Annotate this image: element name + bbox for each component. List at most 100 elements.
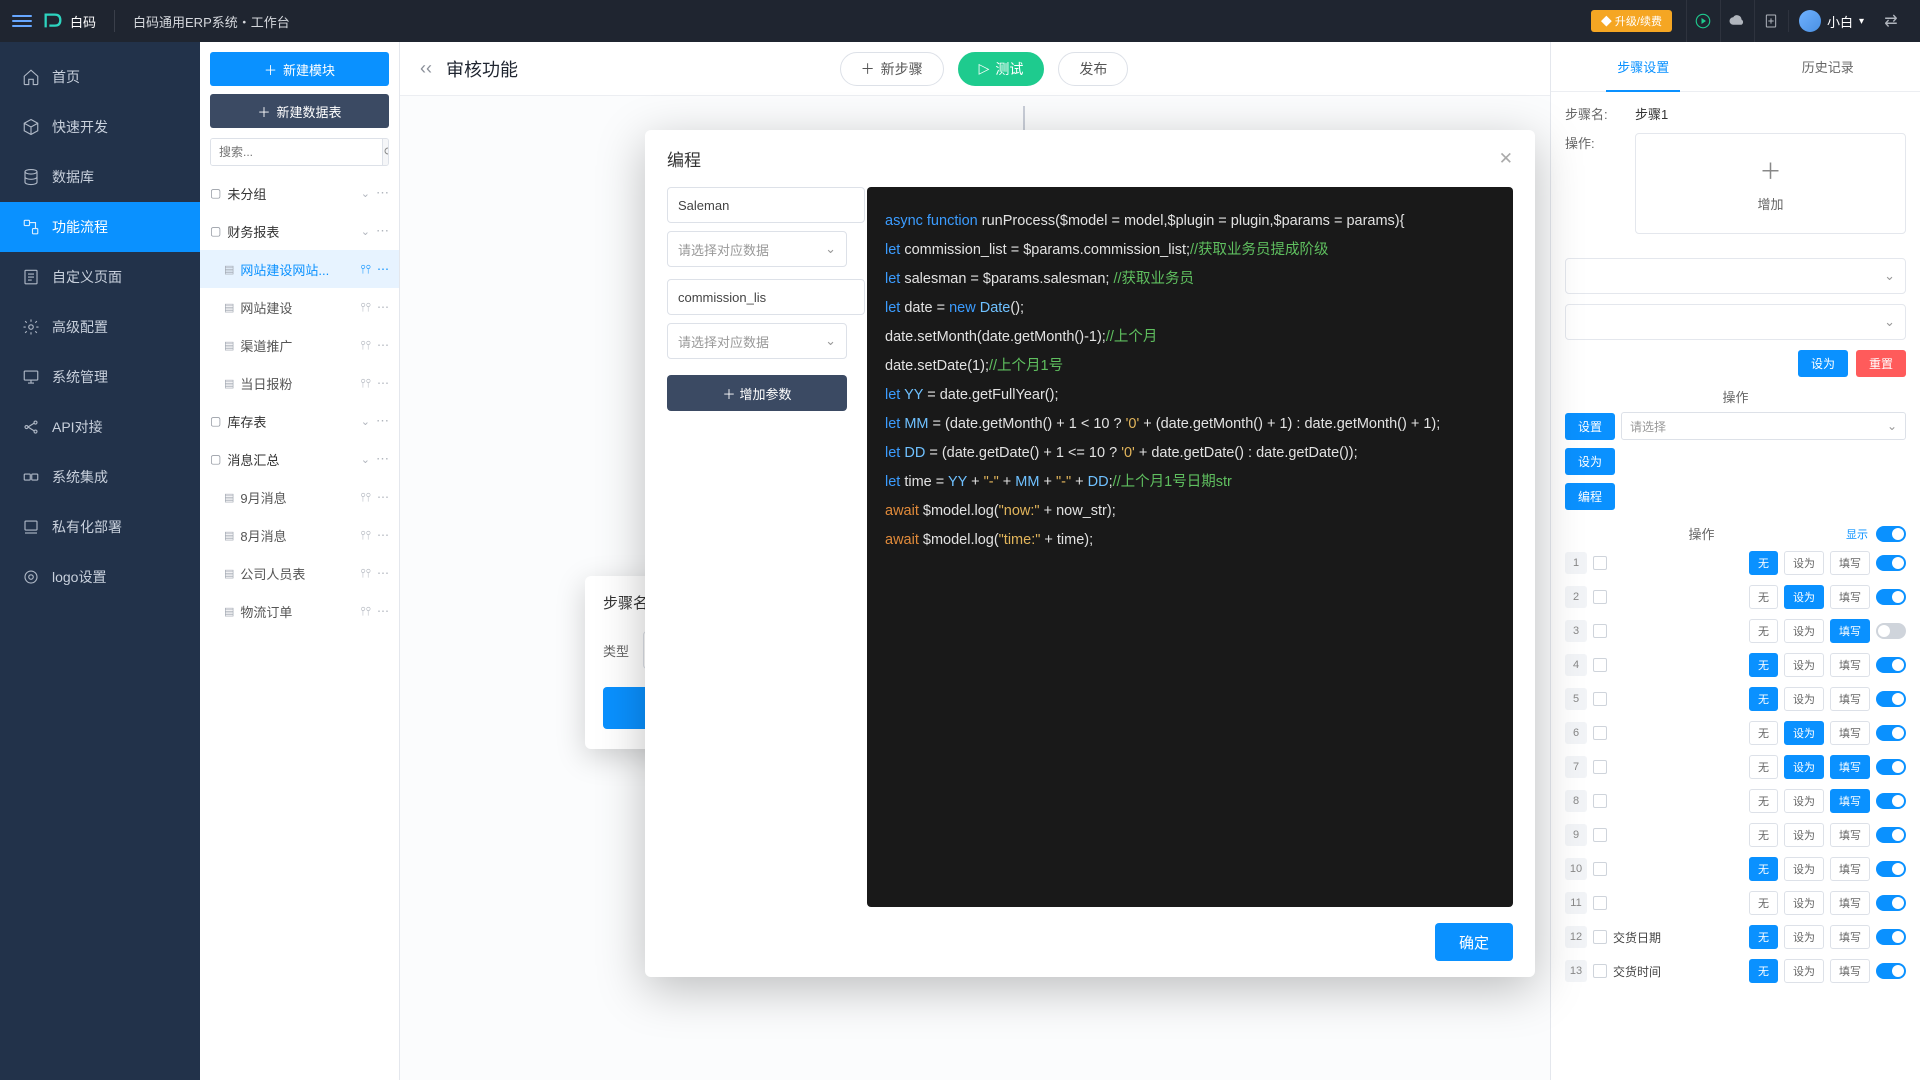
chip-set[interactable]: 设为 bbox=[1784, 891, 1824, 915]
expand-row-2[interactable]: ⌄ bbox=[1565, 304, 1906, 340]
chip-no[interactable]: 无 bbox=[1749, 619, 1778, 643]
chip-no[interactable]: 无 bbox=[1749, 755, 1778, 779]
sidebar-item-logo[interactable]: logo设置 bbox=[0, 552, 200, 602]
chip-set[interactable]: 设为 bbox=[1784, 789, 1824, 813]
adjust-icon[interactable]: ⫯⫯ bbox=[361, 528, 371, 543]
tree-leaf[interactable]: ▤9月消息⫯⫯⋯ bbox=[200, 478, 399, 516]
sidebar-item-deploy[interactable]: 私有化部署 bbox=[0, 502, 200, 552]
back-button[interactable]: ‹‹ bbox=[420, 58, 432, 79]
checkbox[interactable] bbox=[1593, 658, 1607, 672]
checkbox[interactable] bbox=[1593, 760, 1607, 774]
chip-fill[interactable]: 填写 bbox=[1830, 585, 1870, 609]
add-param-button[interactable]: ＋ 增加参数 bbox=[667, 375, 847, 411]
sidebar-item-page[interactable]: 自定义页面 bbox=[0, 252, 200, 302]
chip-set[interactable]: 设为 bbox=[1784, 721, 1824, 745]
param-select-2[interactable]: 请选择对应数据⌄ bbox=[667, 323, 847, 359]
adjust-icon[interactable]: ⫯⫯ bbox=[361, 300, 371, 315]
more-icon[interactable]: ⋯ bbox=[376, 413, 389, 429]
row-toggle[interactable] bbox=[1876, 929, 1906, 945]
chip-no[interactable]: 无 bbox=[1749, 823, 1778, 847]
publish-button[interactable]: 发布 bbox=[1058, 52, 1128, 86]
chip-no[interactable]: 无 bbox=[1749, 891, 1778, 915]
chip-fill[interactable]: 填写 bbox=[1830, 959, 1870, 983]
checkbox[interactable] bbox=[1593, 896, 1607, 910]
program-button[interactable]: 编程 bbox=[1565, 483, 1615, 510]
adjust-icon[interactable]: ⫯⫯ bbox=[361, 338, 371, 353]
reset-button[interactable]: 重置 bbox=[1856, 350, 1906, 377]
user-menu[interactable]: 小白 ▾ bbox=[1788, 10, 1874, 32]
more-icon[interactable]: ⋯ bbox=[376, 223, 389, 239]
leaf-tools[interactable]: ⫯⫯⋯ bbox=[361, 566, 389, 581]
chip-no[interactable]: 无 bbox=[1749, 857, 1778, 881]
play-icon[interactable] bbox=[1686, 0, 1720, 42]
search-button[interactable] bbox=[382, 139, 389, 165]
new-step-button[interactable]: ＋ 新步骤 bbox=[840, 52, 944, 86]
param-select-1[interactable]: 请选择对应数据⌄ bbox=[667, 231, 847, 267]
tree-folder[interactable]: ▢库存表⌄⋯ bbox=[200, 402, 399, 440]
tree-leaf[interactable]: ▤渠道推广⫯⫯⋯ bbox=[200, 326, 399, 364]
tab-step-settings[interactable]: 步骤设置 bbox=[1551, 42, 1736, 91]
sidebar-item-integrate[interactable]: 系统集成 bbox=[0, 452, 200, 502]
checkbox[interactable] bbox=[1593, 828, 1607, 842]
menu-icon[interactable] bbox=[12, 15, 32, 27]
row-toggle[interactable] bbox=[1876, 725, 1906, 741]
checkbox[interactable] bbox=[1593, 794, 1607, 808]
row-toggle[interactable] bbox=[1876, 759, 1906, 775]
chip-fill[interactable]: 填写 bbox=[1830, 789, 1870, 813]
apply-button[interactable]: 设为 bbox=[1798, 350, 1848, 377]
chip-fill[interactable]: 填写 bbox=[1830, 687, 1870, 711]
more-icon[interactable]: ⋯ bbox=[377, 376, 389, 391]
brand-logo[interactable]: 白码 bbox=[42, 10, 115, 32]
tree-folder[interactable]: ▢财务报表⌄⋯ bbox=[200, 212, 399, 250]
checkbox[interactable] bbox=[1593, 930, 1607, 944]
action-select[interactable]: 请选择⌄ bbox=[1621, 412, 1906, 440]
more-icon[interactable]: ⋯ bbox=[377, 566, 389, 581]
adjust-icon[interactable]: ⫯⫯ bbox=[361, 262, 371, 277]
sidebar-item-api[interactable]: API对接 bbox=[0, 402, 200, 452]
chip-no[interactable]: 无 bbox=[1749, 653, 1778, 677]
leaf-tools[interactable]: ⫯⫯ ⋯ bbox=[361, 300, 389, 315]
row-toggle[interactable] bbox=[1876, 861, 1906, 877]
row-toggle[interactable] bbox=[1876, 691, 1906, 707]
leaf-tools[interactable]: ⫯⫯ ⋯ bbox=[361, 338, 389, 353]
chip-fill[interactable]: 填写 bbox=[1830, 823, 1870, 847]
test-button[interactable]: ▷ 测试 bbox=[958, 52, 1045, 86]
param-input-2[interactable] bbox=[667, 279, 865, 315]
sidebar-item-cube[interactable]: 快速开发 bbox=[0, 102, 200, 152]
chip-set[interactable]: 设为 bbox=[1784, 551, 1824, 575]
checkbox[interactable] bbox=[1593, 862, 1607, 876]
chip-set[interactable]: 设为 bbox=[1784, 755, 1824, 779]
checkbox[interactable] bbox=[1593, 692, 1607, 706]
row-toggle[interactable] bbox=[1876, 827, 1906, 843]
tree-leaf[interactable]: ▤网站建设网站...⫯⫯⋯ bbox=[200, 250, 399, 288]
cloud-icon[interactable] bbox=[1720, 0, 1754, 42]
tree-leaf[interactable]: ▤当日报粉⫯⫯⋯ bbox=[200, 364, 399, 402]
chip-set[interactable]: 设为 bbox=[1784, 857, 1824, 881]
chip-set[interactable]: 设为 bbox=[1784, 585, 1824, 609]
expand-row-1[interactable]: ⌄ bbox=[1565, 258, 1906, 294]
checkbox[interactable] bbox=[1593, 964, 1607, 978]
config-button[interactable]: 设置 bbox=[1565, 413, 1615, 440]
chip-set[interactable]: 设为 bbox=[1784, 925, 1824, 949]
tree-folder[interactable]: ▢未分组⌄⋯ bbox=[200, 174, 399, 212]
leaf-tools[interactable]: ⫯⫯⋯ bbox=[361, 490, 389, 505]
more-icon[interactable]: ⋯ bbox=[377, 604, 389, 619]
new-table-button[interactable]: ＋ 新建数据表 bbox=[210, 94, 389, 128]
chip-set[interactable]: 设为 bbox=[1784, 653, 1824, 677]
chip-fill[interactable]: 填写 bbox=[1830, 721, 1870, 745]
sidebar-item-db[interactable]: 数据库 bbox=[0, 152, 200, 202]
tree-leaf[interactable]: ▤网站建设⫯⫯⋯ bbox=[200, 288, 399, 326]
chip-no[interactable]: 无 bbox=[1749, 551, 1778, 575]
more-icon[interactable]: ⋯ bbox=[377, 490, 389, 505]
more-icon[interactable]: ⋯ bbox=[377, 338, 389, 353]
leaf-tools[interactable]: ⫯⫯⋯ bbox=[361, 376, 389, 391]
checkbox[interactable] bbox=[1593, 556, 1607, 570]
row-toggle[interactable] bbox=[1876, 793, 1906, 809]
close-icon[interactable]: ✕ bbox=[1499, 149, 1513, 169]
chip-fill[interactable]: 填写 bbox=[1830, 891, 1870, 915]
row-toggle[interactable] bbox=[1876, 895, 1906, 911]
more-icon[interactable]: ⋯ bbox=[377, 300, 389, 315]
upgrade-button[interactable]: ◆ 升级/续费 bbox=[1591, 10, 1672, 32]
row-toggle[interactable] bbox=[1876, 963, 1906, 979]
chip-fill[interactable]: 填写 bbox=[1830, 857, 1870, 881]
